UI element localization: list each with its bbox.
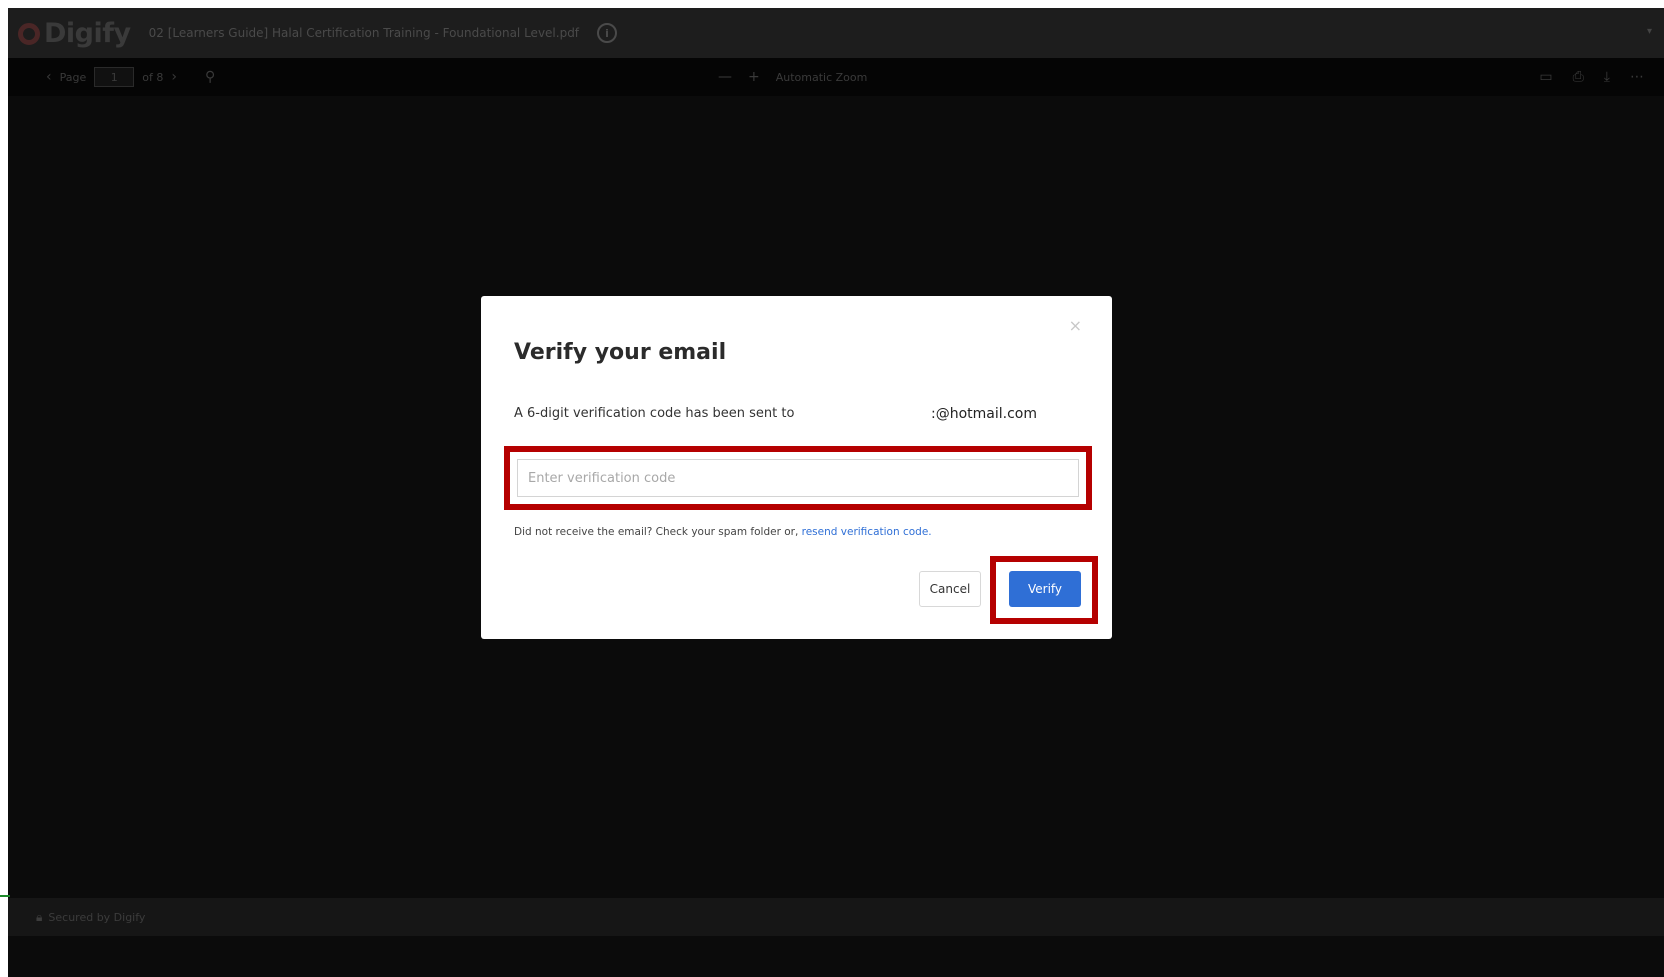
pdf-toolbar: ‹ Page 1 of 8 › ⚲ — + Automatic Zoom ▭ ⎙… — [8, 58, 1664, 96]
info-icon[interactable]: i — [597, 23, 618, 43]
fullscreen-icon[interactable]: ▭ — [1539, 69, 1552, 85]
digify-logo: Digify — [18, 18, 131, 49]
page-label: Page — [59, 70, 87, 84]
close-icon[interactable]: × — [1069, 316, 1082, 335]
secured-by-text: Secured by Digify — [48, 910, 146, 924]
chevron-up-icon[interactable]: ‹ — [46, 69, 52, 85]
caret-down-icon[interactable]: ▾ — [1647, 26, 1652, 37]
logo-mark-icon — [18, 23, 40, 45]
chevron-down-icon[interactable]: › — [171, 69, 177, 85]
zoom-out-icon[interactable]: — — [718, 69, 732, 85]
lock-icon: 🔒︎ — [36, 909, 43, 924]
zoom-in-icon[interactable]: + — [748, 69, 760, 85]
resend-code-link[interactable]: resend verification code. — [802, 526, 932, 538]
footer-bar: 🔒︎ Secured by Digify — [8, 898, 1664, 936]
verify-button[interactable]: Verify — [1009, 571, 1081, 607]
help-text-body: Did not receive the email? Check your sp… — [514, 526, 802, 538]
verify-highlight-box: Verify — [990, 556, 1098, 624]
viewer-frame: Digify 02 [Learners Guide] Halal Certifi… — [8, 8, 1664, 977]
page-number-input[interactable]: 1 — [94, 67, 135, 87]
logo-text: Digify — [44, 17, 131, 49]
input-highlight-box — [504, 446, 1092, 510]
verification-code-input[interactable] — [517, 459, 1079, 497]
verify-email-dialog: × Verify your email A 6-digit verificati… — [481, 296, 1112, 639]
zoom-select[interactable]: Automatic Zoom — [776, 71, 868, 84]
recipient-email: :@hotmail.com — [931, 406, 1037, 422]
sent-message: A 6-digit verification code has been sen… — [514, 406, 795, 421]
edge-marker — [0, 895, 10, 897]
more-icon[interactable]: ⋯ — [1630, 69, 1644, 85]
print-icon[interactable]: ⎙ — [1573, 69, 1584, 85]
footer: 🔒︎ Secured by Digify — [8, 898, 1664, 977]
dialog-title: Verify your email — [514, 340, 727, 365]
page-total: of 8 — [142, 70, 164, 84]
download-icon[interactable]: ⤓ — [1604, 69, 1610, 85]
cancel-button[interactable]: Cancel — [919, 571, 981, 607]
search-icon[interactable]: ⚲ — [205, 69, 215, 85]
title-bar: Digify 02 [Learners Guide] Halal Certifi… — [8, 8, 1664, 58]
document-title: 02 [Learners Guide] Halal Certification … — [148, 26, 580, 40]
help-text: Did not receive the email? Check your sp… — [514, 526, 932, 538]
